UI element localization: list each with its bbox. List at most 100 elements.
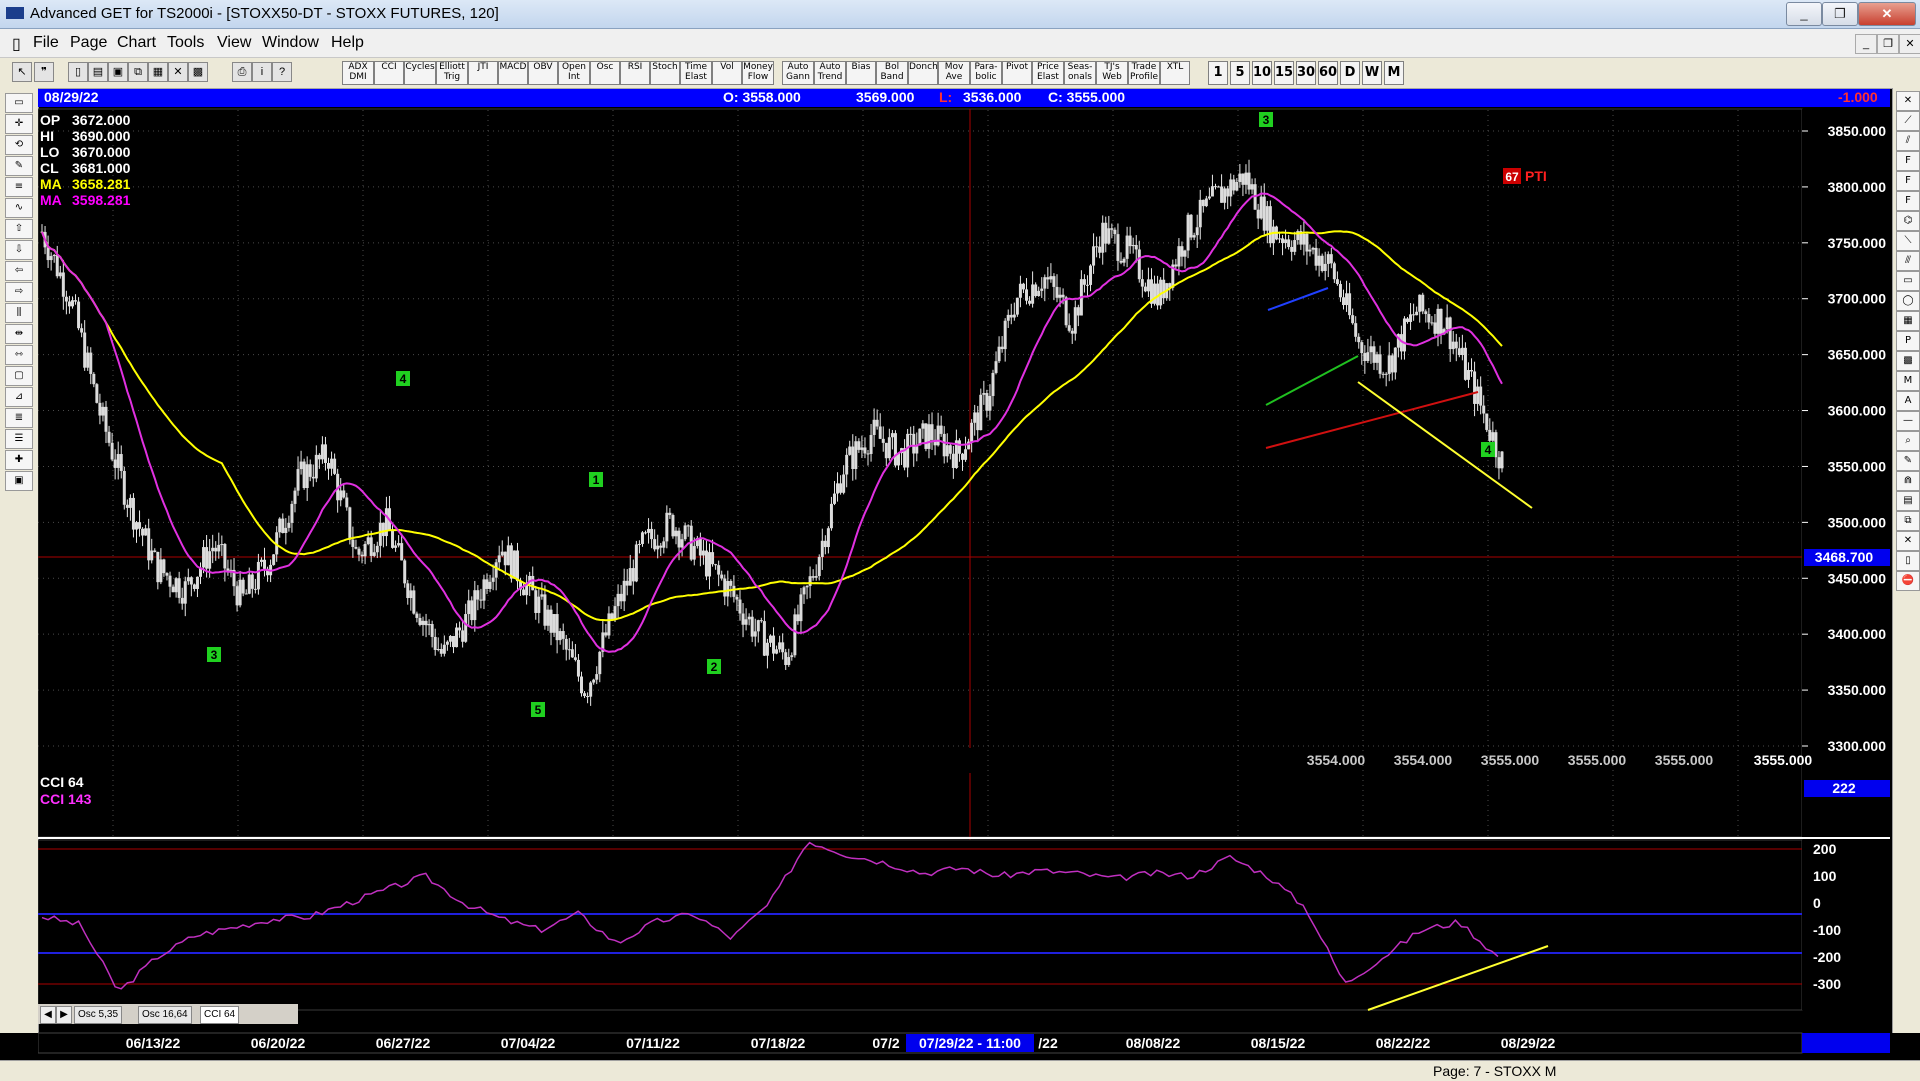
arrow-left-icon[interactable]: ⇦ <box>5 261 33 281</box>
crosshair-icon[interactable]: ✛ <box>5 114 33 134</box>
delete-icon[interactable]: ✕ <box>168 62 188 82</box>
minimize-button[interactable]: _ <box>1786 2 1822 26</box>
fib-ext-icon[interactable]: F <box>1896 171 1920 191</box>
text-tool-icon[interactable]: A <box>1896 391 1920 411</box>
study-button-pivot[interactable]: Pivot <box>1002 61 1032 85</box>
print-icon[interactable]: ⎙ <box>232 62 252 82</box>
minus-icon[interactable]: — <box>1896 411 1920 431</box>
chart-area[interactable]: 08/29/22 O: 3558.000 3569.000 L: 3536.00… <box>38 88 1892 1060</box>
page-tool-icon[interactable]: ▯ <box>1896 551 1920 571</box>
save-page-icon[interactable]: ▣ <box>108 62 128 82</box>
parallel-tool-icon[interactable]: ⫽ <box>1896 131 1920 151</box>
period-button-15[interactable]: 15 <box>1274 61 1294 85</box>
study-button-obv[interactable]: OBV <box>528 61 558 85</box>
period-button-d[interactable]: D <box>1340 61 1360 85</box>
reset-icon[interactable]: ⟲ <box>5 135 33 155</box>
lines-icon[interactable]: ≣ <box>5 408 33 428</box>
magnet-icon[interactable]: ⋒ <box>1896 471 1920 491</box>
delete-tool-icon[interactable]: ✕ <box>1896 531 1920 551</box>
compress-icon[interactable]: ⇹ <box>5 324 33 344</box>
red-cross-icon[interactable]: ✚ <box>5 450 33 470</box>
open-page-icon[interactable]: ▤ <box>88 62 108 82</box>
folder-icon[interactable]: ▭ <box>5 93 33 113</box>
arrow-right-icon[interactable]: ⇨ <box>5 282 33 302</box>
study-button-adx-dmi[interactable]: ADX DMI <box>342 61 374 85</box>
ellipse-icon[interactable]: ◯ <box>1896 291 1920 311</box>
study-button-bias[interactable]: Bias <box>846 61 876 85</box>
study-button-cycles[interactable]: Cycles <box>404 61 436 85</box>
study-button-price-elast[interactable]: Price Elast <box>1032 61 1064 85</box>
pti-icon[interactable]: P <box>1896 331 1920 351</box>
rect-icon[interactable]: ▭ <box>1896 271 1920 291</box>
zoom-icon[interactable]: ⌕ <box>1896 431 1920 451</box>
bars-icon[interactable]: ⫼ <box>5 303 33 323</box>
study-button-trade-profile[interactable]: Trade Profile <box>1128 61 1160 85</box>
stop-icon[interactable]: ⛔ <box>1896 571 1920 591</box>
arrow-down-icon[interactable]: ⇩ <box>5 240 33 260</box>
maximize-button[interactable]: ❐ <box>1822 2 1858 26</box>
gann-icon[interactable]: ⊿ <box>5 387 33 407</box>
study-button-bol-band[interactable]: Bol Band <box>876 61 908 85</box>
menu-file[interactable]: File <box>33 34 59 52</box>
gann-box-icon[interactable]: ▦ <box>1896 311 1920 331</box>
fib-time-icon[interactable]: F <box>1896 191 1920 211</box>
tab-osc-5-35[interactable]: Osc 5,35 <box>74 1006 123 1024</box>
grid-tool-icon[interactable]: ▩ <box>1896 351 1920 371</box>
expand-icon[interactable]: ⇿ <box>5 345 33 365</box>
new-page-icon[interactable]: ▯ <box>68 62 88 82</box>
menu-help[interactable]: Help <box>331 34 364 52</box>
mdi-doc-icon[interactable]: ▯ <box>12 34 21 54</box>
channel-icon[interactable]: ⫻ <box>1896 251 1920 271</box>
tab-scroll-right[interactable]: ▶ <box>56 1006 72 1024</box>
copy-page-icon[interactable]: ⧉ <box>128 62 148 82</box>
fib-icon[interactable]: ☰ <box>5 429 33 449</box>
pencil-icon[interactable]: ✎ <box>5 156 33 176</box>
elliott-icon[interactable]: ∿ <box>5 198 33 218</box>
menu-view[interactable]: View <box>217 34 251 52</box>
mdi-minimize-button[interactable]: _ <box>1855 34 1877 54</box>
line-tool-icon[interactable]: ⟋ <box>1896 111 1920 131</box>
arrow-up-icon[interactable]: ⇧ <box>5 219 33 239</box>
menu-tools[interactable]: Tools <box>167 34 204 52</box>
study-button-donch[interactable]: Donch <box>908 61 938 85</box>
study-button-stoch[interactable]: Stoch <box>650 61 680 85</box>
tab-cci-64[interactable]: CCI 64 <box>200 1006 240 1024</box>
trendline-icon[interactable]: ⟍ <box>1896 231 1920 251</box>
study-button-elliott-trig[interactable]: Elliott Trig <box>436 61 468 85</box>
study-icon[interactable]: ≡ <box>5 177 33 197</box>
x-tool-icon[interactable]: ✕ <box>1896 91 1920 111</box>
study-button-rsi[interactable]: RSI <box>620 61 650 85</box>
study-button-macd[interactable]: MACD <box>498 61 528 85</box>
study-button-time-elast[interactable]: Time Elast <box>680 61 712 85</box>
mdi-restore-button[interactable]: ❐ <box>1877 34 1899 54</box>
camera-icon[interactable]: ▣ <box>5 471 33 491</box>
study-button-seas-onals[interactable]: Seas-onals <box>1064 61 1096 85</box>
period-button-w[interactable]: W <box>1362 61 1382 85</box>
menu-chart[interactable]: Chart <box>117 34 156 52</box>
period-button-m[interactable]: M <box>1384 61 1404 85</box>
grid-icon[interactable]: ▩ <box>188 62 208 82</box>
period-button-5[interactable]: 5 <box>1230 61 1250 85</box>
study-button-auto-gann[interactable]: Auto Gann <box>782 61 814 85</box>
study-button-tj-s-web[interactable]: TJ's Web <box>1096 61 1128 85</box>
period-button-30[interactable]: 30 <box>1296 61 1316 85</box>
study-button-auto-trend[interactable]: Auto Trend <box>814 61 846 85</box>
mdi-close-button[interactable]: ✕ <box>1899 34 1920 54</box>
study-button-money-flow[interactable]: Money Flow <box>742 61 774 85</box>
study-button-open-int[interactable]: Open Int <box>558 61 590 85</box>
study-button-mov-ave[interactable]: Mov Ave <box>938 61 970 85</box>
help-pointer-icon[interactable]: ? <box>272 62 292 82</box>
layout-icon[interactable]: ▦ <box>148 62 168 82</box>
study-button-para-bolic[interactable]: Para-bolic <box>970 61 1002 85</box>
menu-page[interactable]: Page <box>70 34 107 52</box>
pointer-icon[interactable]: ↖ <box>12 62 32 82</box>
study-button-vol[interactable]: Vol <box>712 61 742 85</box>
study-button-xtl[interactable]: XTL <box>1160 61 1190 85</box>
copy-tool-icon[interactable]: ⧉ <box>1896 511 1920 531</box>
period-button-60[interactable]: 60 <box>1318 61 1338 85</box>
study-button-cci[interactable]: CCI <box>374 61 404 85</box>
study-button-jti[interactable]: JTI <box>468 61 498 85</box>
ruler-icon[interactable]: ▤ <box>1896 491 1920 511</box>
brush-icon[interactable]: ✎ <box>1896 451 1920 471</box>
tab-scroll-left[interactable]: ◀ <box>40 1006 56 1024</box>
